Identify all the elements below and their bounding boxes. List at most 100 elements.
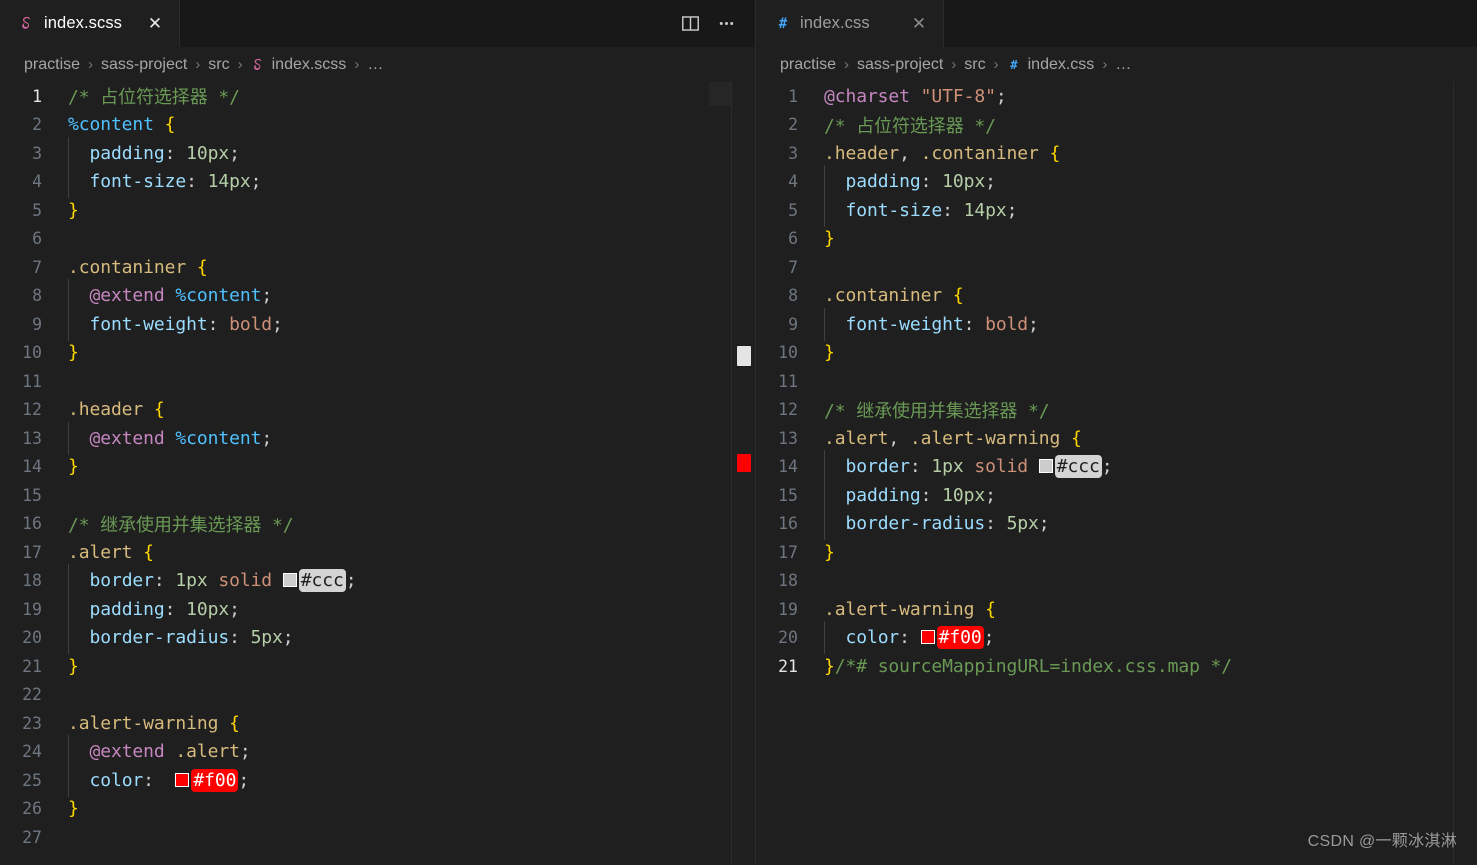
line-number: 12 [22,400,42,420]
breadcrumb-item[interactable]: src [208,56,229,74]
code-line[interactable]: 9 font-weight: bold; [0,307,755,341]
code-token: /* 继承使用并集选择器 */ [68,514,294,536]
indent-guide [68,763,89,797]
code-line[interactable]: 15 padding: 10px; [756,478,1477,512]
code-line[interactable]: 27 [0,823,755,852]
tab-index-scss[interactable]: index.scss ✕ [0,0,180,47]
indent-guide [68,279,89,313]
code-line[interactable]: 23 .alert-warning { [0,709,755,738]
line-content: } [824,542,835,563]
breadcrumb-separator: › [237,56,243,73]
code-line[interactable]: 10} [756,339,1477,368]
code-line[interactable]: 16 border-radius: 5px; [756,507,1477,541]
editor-group-left: index.scss ✕ practise › sass-project › s… [0,0,755,865]
code-line[interactable]: 25 color: #f00; [0,763,755,797]
code-token: : [153,570,176,592]
breadcrumb-item[interactable]: sass-project [857,56,943,74]
code-line[interactable]: 10} [0,339,755,368]
code-line[interactable]: 7 [756,253,1477,282]
close-icon[interactable]: ✕ [144,13,166,35]
code-line[interactable]: 2 /* 占位符选择器 */ [756,111,1477,140]
line-content: /* 继承使用并集选择器 */ [824,397,1050,423]
code-line[interactable]: 8 @extend %content; [0,279,755,313]
code-token: 5px [250,627,283,649]
line-content: @extend %content; [68,421,272,455]
code-line[interactable]: 11 [756,367,1477,396]
line-number: 5 [32,200,42,220]
code-line[interactable]: 21} [0,652,755,681]
code-line[interactable]: 19 padding: 10px; [0,592,755,626]
color-swatch[interactable] [1038,459,1053,474]
code-line[interactable]: 4 font-size: 14px; [0,165,755,199]
breadcrumb-item[interactable]: index.css [1028,56,1095,74]
minimap-left[interactable] [709,82,731,865]
overview-ruler-right[interactable] [1453,82,1477,865]
breadcrumb-item[interactable]: practise [24,56,80,74]
code-line[interactable]: 14 border: 1px solid #ccc; [756,450,1477,484]
close-icon[interactable]: ✕ [908,13,930,35]
code-line[interactable]: 4 padding: 10px; [756,165,1477,199]
code-line[interactable]: 3 .header, .contaniner { [756,139,1477,168]
code-line[interactable]: 1 @charset "UTF-8"; [756,82,1477,111]
breadcrumb-item[interactable]: index.scss [272,56,347,74]
code-line[interactable]: 8 .contaniner { [756,282,1477,311]
color-swatch[interactable] [175,772,190,787]
line-number: 17 [778,542,798,562]
code-line[interactable]: 3 padding: 10px; [0,136,755,170]
breadcrumb-item[interactable]: … [1115,56,1131,74]
code-line[interactable]: 2 %content { [0,111,755,140]
breadcrumb-item[interactable]: … [367,56,383,74]
line-number: 22 [22,685,42,705]
code-line[interactable]: 1 /* 占位符选择器 */ [0,82,755,111]
code-line[interactable]: 26} [0,795,755,824]
code-token: 10px [942,171,986,193]
code-line[interactable]: 24 @extend .alert; [0,735,755,769]
code-line[interactable]: 11 [0,367,755,396]
code-line[interactable]: 19 .alert-warning { [756,595,1477,624]
code-line[interactable]: 22 [0,681,755,710]
code-line[interactable]: 18 border: 1px solid #ccc; [0,564,755,598]
code-line[interactable]: 13 .alert, .alert-warning { [756,424,1477,453]
code-line[interactable]: 5 font-size: 14px; [756,193,1477,227]
line-number: 24 [22,742,42,762]
code-editor-right[interactable]: 1 @charset "UTF-8"; 2 /* 占位符选择器 */ 3 .header,… [756,82,1477,865]
code-line[interactable]: 16 /* 继承使用并集选择器 */ [0,510,755,539]
tab-bar-right: # index.css ✕ [756,0,1477,47]
code-token: } [824,541,835,563]
code-line[interactable]: 15 [0,481,755,510]
code-line[interactable]: 18 [756,567,1477,596]
code-line[interactable]: 12 /* 继承使用并集选择器 */ [756,396,1477,425]
color-swatch[interactable] [920,630,935,645]
code-line[interactable]: 6} [756,225,1477,254]
color-swatch[interactable] [282,573,297,588]
minimap-slider[interactable] [709,82,731,106]
split-editor-icon[interactable] [675,9,705,39]
code-token: .alert [68,541,133,563]
code-token: : [942,199,964,221]
code-line[interactable]: 7 .contaniner { [0,253,755,282]
breadcrumb-item[interactable]: practise [780,56,836,74]
code-line[interactable]: 21}/*# sourceMappingURL=index.css.map */ [756,652,1477,681]
code-line[interactable]: 6 [0,225,755,254]
line-number: 27 [22,827,42,847]
overview-ruler-left[interactable] [731,82,755,865]
code-editor-left[interactable]: 1/* 占位符选择器 */2 %content {3 padding: 10px;… [0,82,755,865]
code-line[interactable]: 5} [0,196,755,225]
code-line[interactable]: 17 .alert { [0,538,755,567]
code-line[interactable]: 20 border-radius: 5px; [0,621,755,655]
code-line[interactable]: 12 .header { [0,396,755,425]
line-number: 11 [778,371,798,391]
code-line[interactable]: 20 color: #f00; [756,621,1477,655]
code-line[interactable]: 17} [756,538,1477,567]
code-token: ; [238,769,250,791]
tab-index-css[interactable]: # index.css ✕ [756,0,944,47]
ellipsis-icon[interactable] [711,9,741,39]
code-line[interactable]: 14} [0,453,755,482]
breadcrumb-item[interactable]: src [964,56,985,74]
code-line[interactable]: 13 @extend %content; [0,421,755,455]
code-line[interactable]: 9 font-weight: bold; [756,307,1477,341]
breadcrumb-item[interactable]: sass-project [101,56,187,74]
code-token: : [186,171,208,193]
line-content: } [68,798,79,819]
